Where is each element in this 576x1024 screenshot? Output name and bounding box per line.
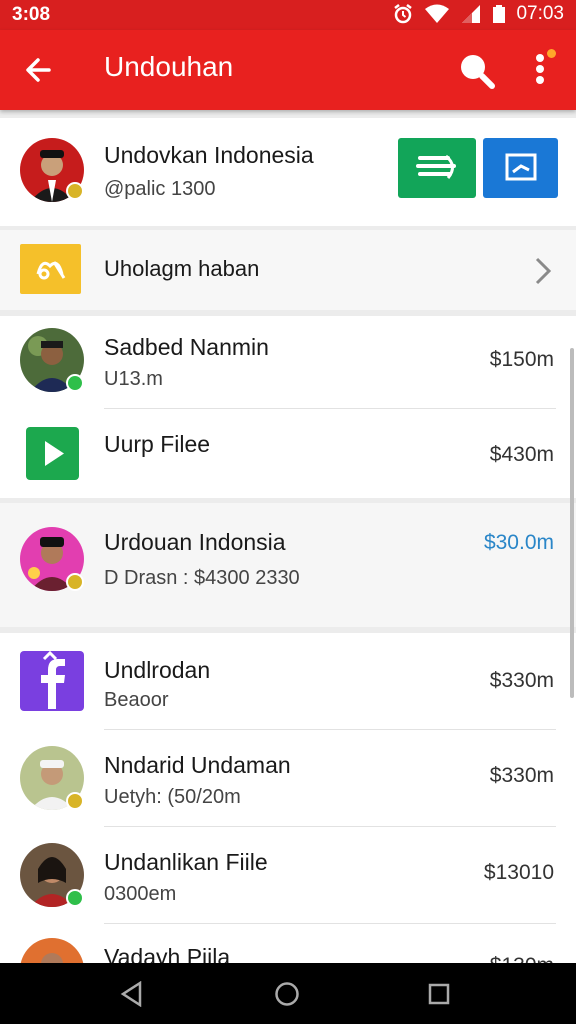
list-item[interactable]: Sadbed Nanmin U13.m $150m <box>0 316 576 408</box>
item-sub: D Drasn : $4300 2330 <box>104 567 300 589</box>
home-circle-icon[interactable] <box>274 981 300 1007</box>
list-item[interactable]: Undanlikan Fiile 0300em $13010 <box>0 827 576 923</box>
contact-list: Undlrodan Beaoor $330m Nndarid Undaman U… <box>0 633 576 963</box>
item-name: Uurp Filee <box>104 431 211 457</box>
item-name: Urdouan Indonsia <box>104 529 286 555</box>
arrow-left-icon <box>26 58 51 82</box>
list-item[interactable]: Uurp Filee $430m <box>0 409 576 498</box>
status-badge <box>66 182 84 200</box>
chevron-right-icon <box>535 257 552 285</box>
profile-name: Undovkan Indonesia <box>104 142 314 168</box>
notification-dot <box>547 49 556 58</box>
item-amount: $330m <box>489 764 554 787</box>
profile-handle: @palic 1300 <box>104 178 216 200</box>
item-amount: $150m <box>489 348 554 371</box>
app-bar: Undouhan <box>0 30 576 110</box>
status-time: 3:08 <box>12 4 51 25</box>
status-badge <box>66 374 84 392</box>
play-icon <box>26 427 79 480</box>
item-name: Nndarid Undaman <box>104 752 291 778</box>
alarm-icon <box>394 4 413 24</box>
scrollbar[interactable] <box>570 348 574 698</box>
item-amount: $330m <box>489 669 554 692</box>
navigation-bar <box>0 963 576 1024</box>
status-badge <box>66 792 84 810</box>
item-name: Undanlikan Fiile <box>104 849 268 875</box>
avatar <box>20 938 84 963</box>
status-badge <box>66 889 84 907</box>
item-name: Sadbed Nanmin <box>104 334 269 360</box>
status-bar: 3:08 07:03 <box>0 0 576 30</box>
more-button[interactable] <box>526 46 556 92</box>
send-lines-icon <box>416 154 456 179</box>
search-button[interactable] <box>456 50 496 90</box>
battery-icon <box>493 5 506 23</box>
item-sub: U13.m <box>104 368 163 390</box>
item-amount: $130m <box>490 954 554 963</box>
file-list: Sadbed Nanmin U13.m $150m Uurp Filee $43… <box>0 316 576 498</box>
folder-icon <box>20 244 81 294</box>
status-badge <box>66 573 84 591</box>
edit-button[interactable] <box>483 138 558 198</box>
list-item[interactable]: Vadayh Piila $130m <box>0 924 576 963</box>
item-amount: $30.0m <box>483 531 554 554</box>
status-time-right: 07:03 <box>516 3 564 24</box>
item-name: Undlrodan <box>104 657 211 683</box>
header-card: Undovkan Indonesia @palic 1300 <box>0 118 576 226</box>
item-amount: $13010 <box>483 861 554 884</box>
back-button[interactable] <box>18 50 58 90</box>
list-item[interactable]: Nndarid Undaman Uetyh: (50/20m $330m <box>0 730 576 826</box>
facebook-icon <box>20 650 84 711</box>
status-icons: 07:03 <box>392 3 564 25</box>
featured-item[interactable]: Urdouan Indonsia D Drasn : $4300 2330 $3… <box>0 503 576 627</box>
back-triangle-icon[interactable] <box>120 981 144 1007</box>
item-sub: Uetyh: (50/20m <box>104 786 241 808</box>
message-button[interactable] <box>398 138 476 198</box>
search-icon <box>461 55 495 89</box>
signal-icon <box>462 5 481 23</box>
upload-row[interactable]: Uholagm haban <box>0 230 576 310</box>
item-sub: Beaoor <box>104 689 169 711</box>
list-item[interactable]: Undlrodan Beaoor $330m <box>0 633 576 729</box>
item-amount: $430m <box>489 443 554 466</box>
recents-square-icon[interactable] <box>428 983 450 1005</box>
page-title: Undouhan <box>104 51 234 82</box>
wifi-icon <box>425 4 450 23</box>
edit-icon <box>505 153 537 181</box>
upload-label: Uholagm haban <box>104 256 260 281</box>
item-sub: 0300em <box>104 883 177 905</box>
item-name: Vadayh Piila <box>104 944 231 963</box>
